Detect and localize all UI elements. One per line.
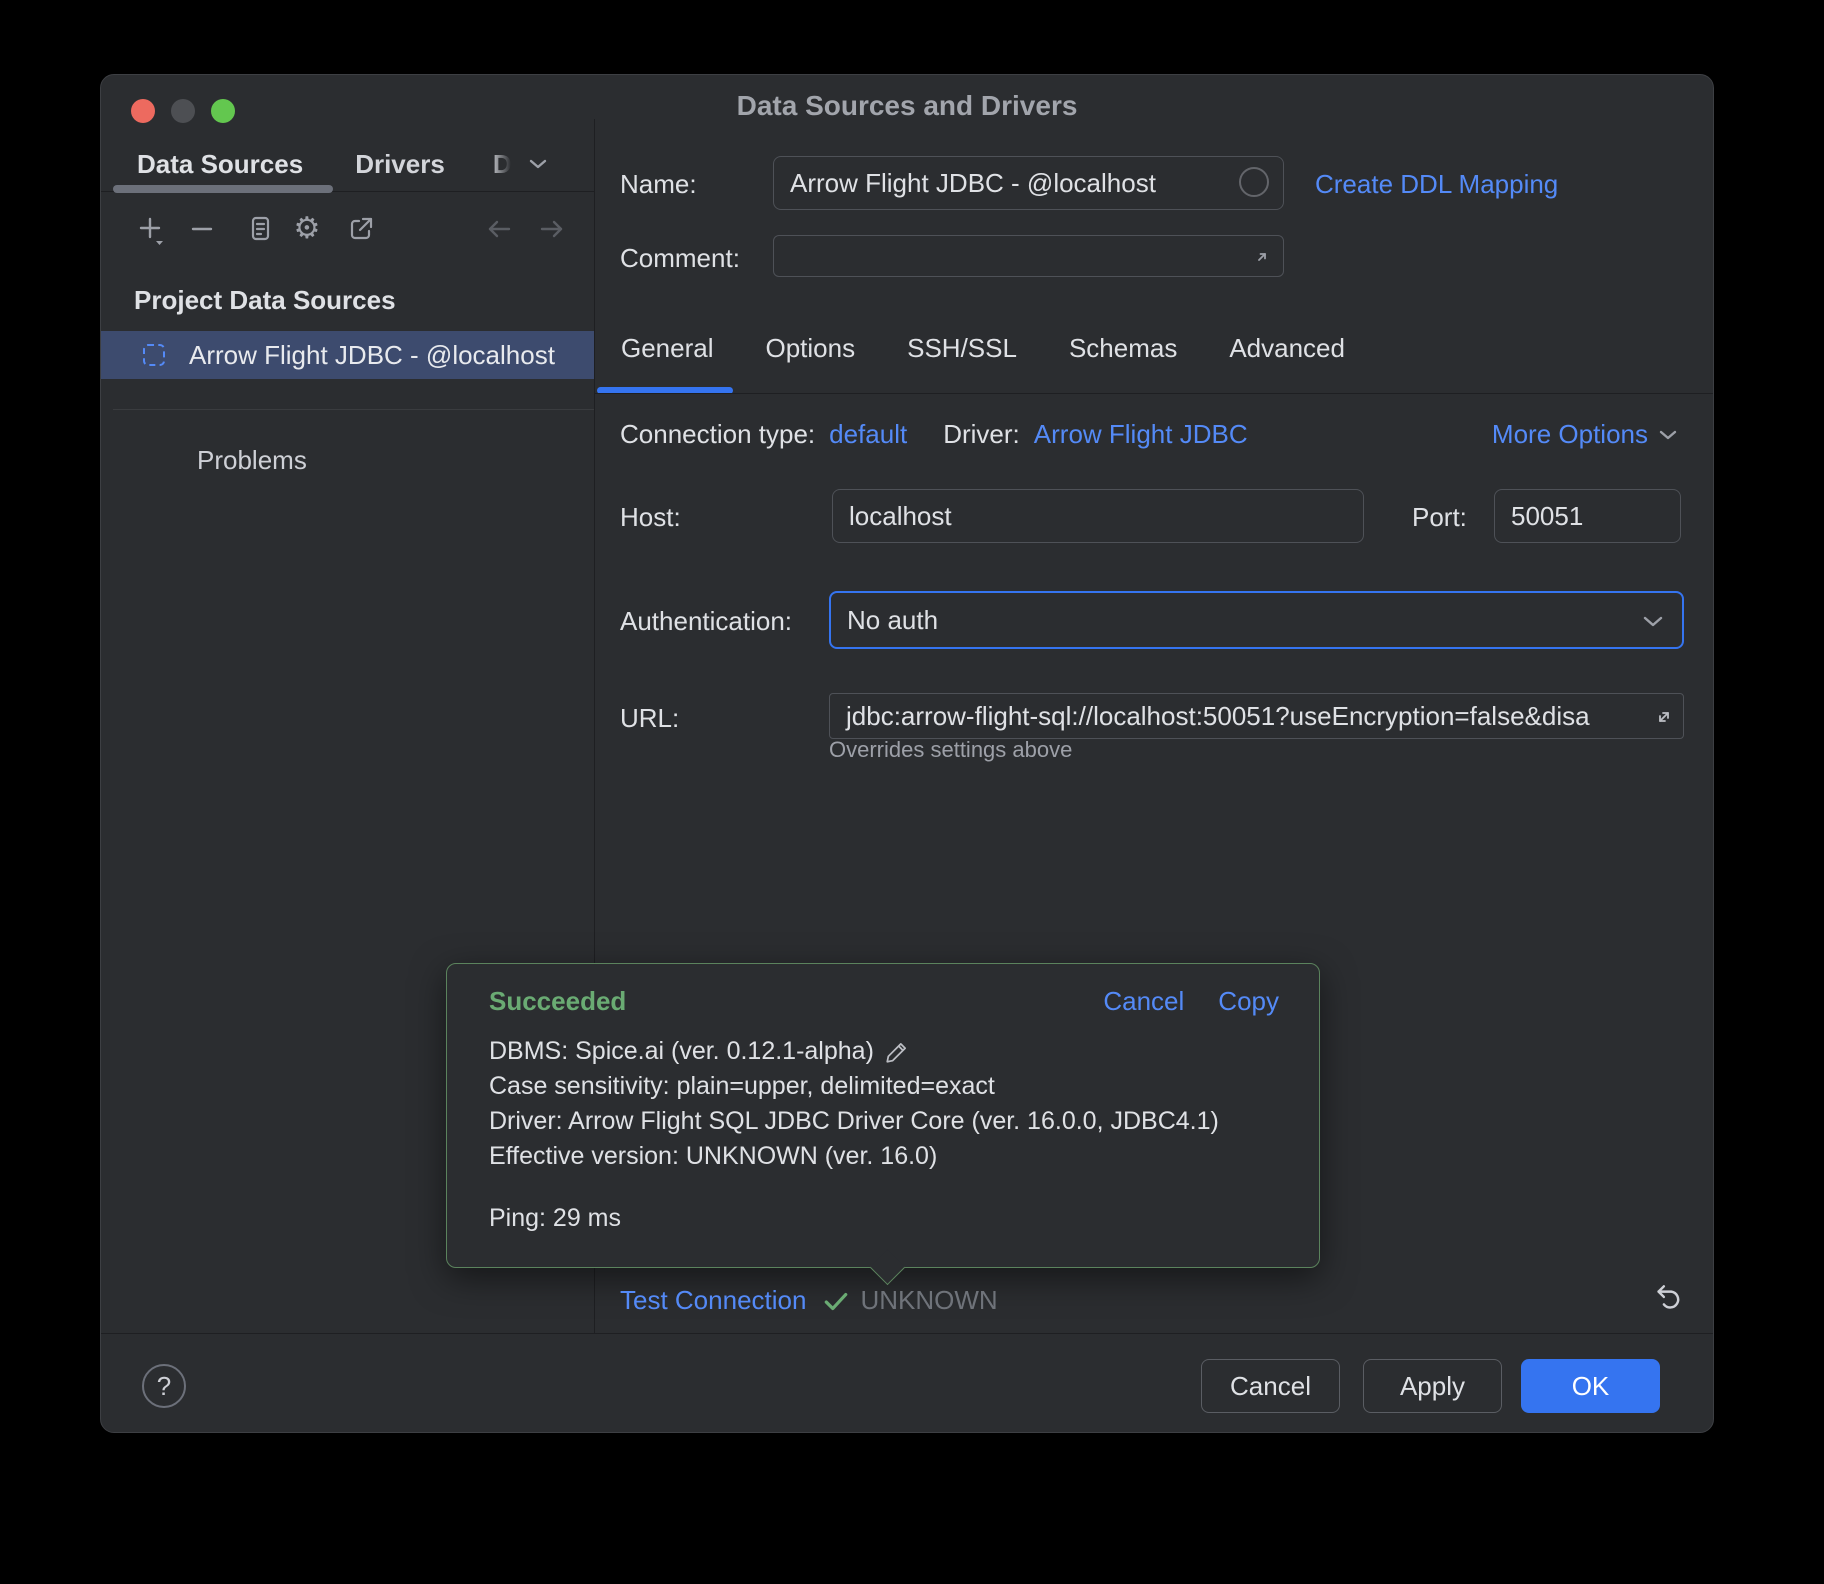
cancel-button[interactable]: Cancel bbox=[1201, 1359, 1340, 1413]
name-label: Name: bbox=[620, 169, 697, 200]
more-options-label: More Options bbox=[1492, 419, 1648, 450]
copy-icon bbox=[242, 213, 274, 245]
sidebar-divider bbox=[113, 409, 594, 410]
url-label: URL: bbox=[620, 703, 679, 734]
tab-advanced[interactable]: Advanced bbox=[1229, 333, 1345, 364]
authentication-value: No auth bbox=[847, 605, 938, 636]
tab-general[interactable]: General bbox=[621, 333, 714, 364]
test-connection-row: Test Connection UNKNOWN bbox=[620, 1285, 998, 1316]
driver-label: Driver: bbox=[943, 419, 1020, 450]
color-ring-icon[interactable] bbox=[1239, 167, 1269, 197]
popup-copy-link[interactable]: Copy bbox=[1218, 986, 1279, 1017]
footer-divider bbox=[101, 1333, 1713, 1334]
connection-type-row: Connection type: default Driver: Arrow F… bbox=[620, 419, 1248, 450]
host-input[interactable]: localhost bbox=[832, 489, 1364, 543]
settings-tabs-divider bbox=[594, 393, 1713, 394]
data-source-icon bbox=[143, 344, 165, 366]
popup-driver-line: Driver: Arrow Flight SQL JDBC Driver Cor… bbox=[489, 1104, 1219, 1139]
chevron-down-icon bbox=[1642, 615, 1664, 629]
test-status-value: UNKNOWN bbox=[860, 1285, 997, 1316]
popup-actions: Cancel Copy bbox=[1103, 986, 1279, 1017]
host-label: Host: bbox=[620, 502, 681, 533]
checkmark-icon bbox=[822, 1287, 850, 1315]
popup-ping-line: Ping: 29 ms bbox=[489, 1204, 621, 1233]
plus-icon bbox=[135, 213, 167, 245]
arrow-left-icon bbox=[483, 213, 515, 245]
data-source-list-item-selected[interactable]: Arrow Flight JDBC - @localhost bbox=[101, 331, 594, 379]
back-button[interactable] bbox=[483, 213, 515, 245]
create-ddl-mapping-link[interactable]: Create DDL Mapping bbox=[1315, 169, 1558, 200]
edit-pencil-icon[interactable] bbox=[884, 1039, 910, 1065]
more-options-control[interactable]: More Options bbox=[1492, 419, 1678, 450]
test-connection-popup: Succeeded Cancel Copy DBMS: Spice.ai (ve… bbox=[446, 963, 1320, 1268]
authentication-select[interactable]: No auth bbox=[829, 591, 1684, 649]
tab-ssh-ssl[interactable]: SSH/SSL bbox=[907, 333, 1017, 364]
settings-tabs: General Options SSH/SSL Schemas Advanced bbox=[621, 333, 1345, 364]
popup-dbms-line: DBMS: Spice.ai (ver. 0.12.1-alpha) bbox=[489, 1034, 874, 1069]
test-connection-link[interactable]: Test Connection bbox=[620, 1285, 806, 1316]
authentication-label: Authentication: bbox=[620, 606, 792, 637]
remove-data-source-button[interactable] bbox=[186, 213, 218, 245]
popup-case-line: Case sensitivity: plain=upper, delimited… bbox=[489, 1069, 1219, 1104]
popup-tail bbox=[870, 1250, 905, 1285]
arrow-right-icon bbox=[536, 213, 568, 245]
expand-both-icon[interactable] bbox=[1651, 704, 1677, 730]
project-data-sources-header: Project Data Sources bbox=[134, 285, 396, 316]
popup-status: Succeeded bbox=[489, 986, 626, 1017]
tab-overflow-truncated[interactable]: D bbox=[493, 149, 512, 180]
undo-icon bbox=[1649, 1281, 1683, 1315]
sidebar-item-problems[interactable]: Problems bbox=[197, 445, 307, 476]
open-in-new-window-button[interactable] bbox=[345, 213, 377, 245]
duplicate-data-source-button[interactable] bbox=[242, 213, 274, 245]
url-value: jdbc:arrow-flight-sql://localhost:50051?… bbox=[846, 701, 1590, 732]
apply-button[interactable]: Apply bbox=[1363, 1359, 1502, 1413]
name-input[interactable]: Arrow Flight JDBC - @localhost bbox=[773, 156, 1284, 210]
driver-value-link[interactable]: Arrow Flight JDBC bbox=[1034, 419, 1248, 450]
chevron-down-icon[interactable] bbox=[528, 157, 548, 171]
data-sources-dialog: Data Sources and Drivers Data Sources Dr… bbox=[100, 74, 1714, 1433]
port-input[interactable]: 50051 bbox=[1494, 489, 1681, 543]
expand-icon[interactable] bbox=[1251, 246, 1273, 268]
url-hint: Overrides settings above bbox=[829, 737, 1072, 763]
popup-cancel-link[interactable]: Cancel bbox=[1103, 986, 1184, 1017]
tab-schemas[interactable]: Schemas bbox=[1069, 333, 1177, 364]
data-source-item-label: Arrow Flight JDBC - @localhost bbox=[189, 340, 555, 371]
name-value: Arrow Flight JDBC - @localhost bbox=[790, 168, 1156, 199]
sidebar-tabs: Data Sources Drivers D bbox=[137, 145, 548, 183]
connection-type-label: Connection type: bbox=[620, 419, 815, 450]
chevron-down-icon bbox=[1658, 428, 1678, 442]
tab-options[interactable]: Options bbox=[766, 333, 856, 364]
external-link-icon bbox=[345, 213, 377, 245]
minus-icon bbox=[186, 213, 218, 245]
popup-version-line: Effective version: UNKNOWN (ver. 16.0) bbox=[489, 1139, 1219, 1174]
comment-label: Comment: bbox=[620, 243, 740, 274]
port-value: 50051 bbox=[1511, 501, 1583, 532]
data-source-settings-button[interactable]: ⚙ bbox=[291, 213, 323, 245]
window-title: Data Sources and Drivers bbox=[101, 90, 1713, 122]
popup-details: DBMS: Spice.ai (ver. 0.12.1-alpha) Case … bbox=[489, 1034, 1219, 1174]
active-tab-indicator bbox=[113, 185, 333, 193]
port-label: Port: bbox=[1412, 502, 1467, 533]
screen: Data Sources and Drivers Data Sources Dr… bbox=[0, 0, 1824, 1584]
gear-icon: ⚙ bbox=[294, 214, 321, 244]
comment-input[interactable] bbox=[773, 235, 1284, 277]
help-button[interactable]: ? bbox=[142, 1364, 186, 1408]
add-data-source-button[interactable] bbox=[135, 213, 167, 245]
connection-type-value[interactable]: default bbox=[829, 419, 907, 450]
ok-button[interactable]: OK bbox=[1521, 1359, 1660, 1413]
host-value: localhost bbox=[849, 501, 952, 532]
tab-drivers[interactable]: Drivers bbox=[355, 149, 445, 180]
revert-button[interactable] bbox=[1649, 1281, 1683, 1315]
tab-data-sources[interactable]: Data Sources bbox=[137, 149, 303, 180]
question-mark-icon: ? bbox=[157, 1371, 171, 1402]
forward-button[interactable] bbox=[536, 213, 568, 245]
url-input[interactable]: jdbc:arrow-flight-sql://localhost:50051?… bbox=[829, 693, 1684, 739]
